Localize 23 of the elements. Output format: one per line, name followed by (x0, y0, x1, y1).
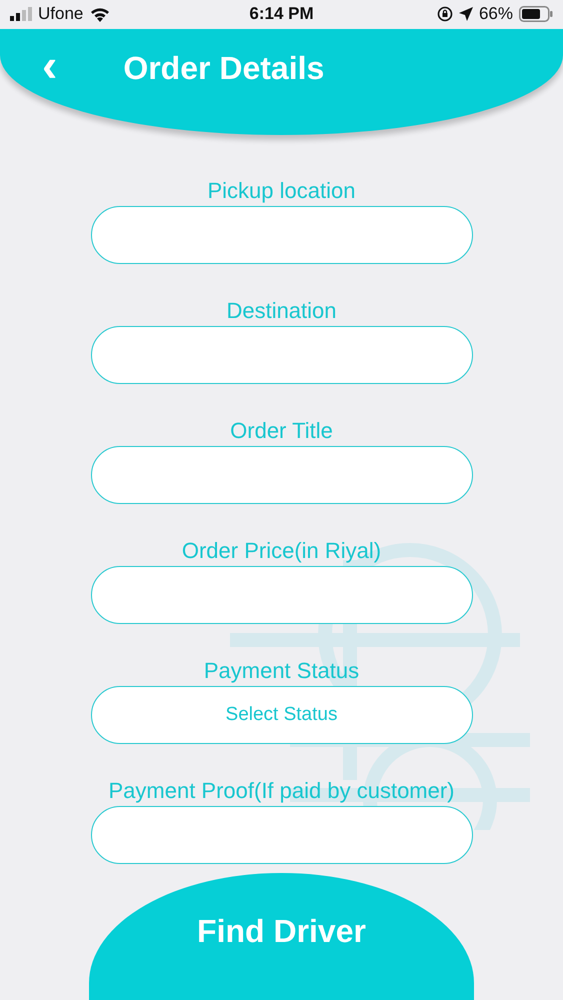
find-driver-button[interactable]: Find Driver (89, 873, 474, 1000)
field-label: Pickup location (208, 179, 356, 204)
carrier-name: Ufone (38, 4, 84, 24)
field-label: Order Title (230, 419, 333, 444)
page-title: Order Details (123, 48, 324, 88)
field-label: Payment Proof(If paid by customer) (108, 779, 455, 804)
clock-time: 6:14 PM (249, 4, 314, 24)
back-button[interactable]: ‹ (36, 44, 64, 85)
signal-icon (10, 7, 32, 22)
field-label: Order Price(in Riyal) (182, 539, 382, 564)
field-label: Payment Status (204, 659, 360, 684)
input-field[interactable] (90, 806, 472, 864)
battery-percent: 66% (478, 4, 513, 24)
orientation-lock-icon (436, 6, 453, 22)
field-label: Destination (226, 299, 337, 324)
input-field[interactable] (90, 446, 472, 504)
input-field[interactable] (90, 206, 472, 264)
input-field[interactable] (90, 566, 472, 624)
battery-icon (519, 6, 553, 22)
input-field[interactable] (90, 326, 472, 384)
wifi-icon (89, 6, 112, 22)
status-dropdown[interactable]: Select Status (90, 686, 472, 744)
location-arrow-icon (458, 7, 473, 22)
